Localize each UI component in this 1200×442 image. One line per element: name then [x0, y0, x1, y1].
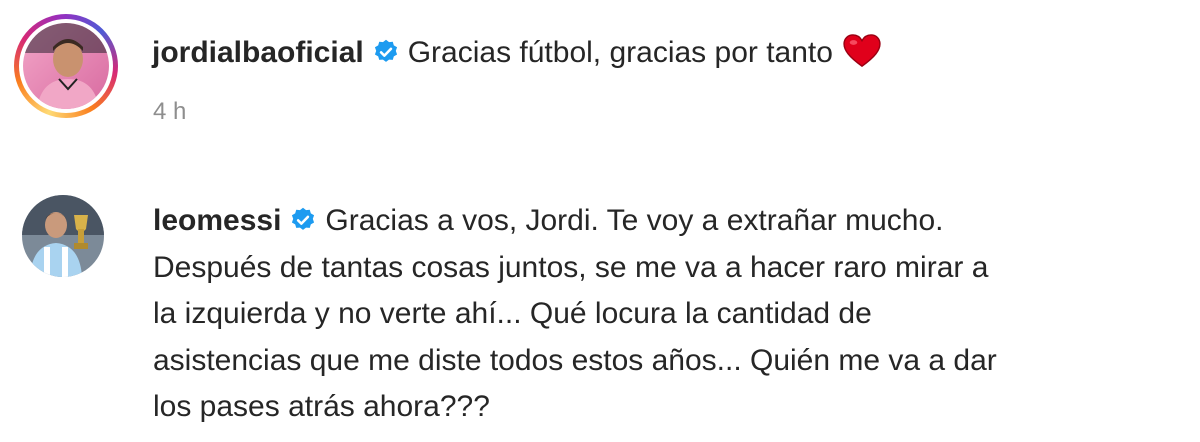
reply-text-line: los pases atrás ahora???: [153, 390, 490, 423]
reply-text-line: Gracias a vos, Jordi. Te voy a extrañar …: [325, 204, 944, 237]
reply-line: leomessi Gracias a vos, Jordi. Te voy a e…: [153, 198, 1193, 245]
verified-badge-icon: [374, 39, 397, 62]
reply-text-line: asistencias que me diste todos estos año…: [153, 343, 997, 377]
avatar[interactable]: [22, 195, 104, 277]
username[interactable]: jordialbaoficial: [152, 36, 364, 69]
verified-badge-icon: [292, 207, 315, 230]
reply-comment: leomessi Gracias a vos, Jordi. Te voy a e…: [153, 198, 1193, 431]
username[interactable]: leomessi: [153, 204, 281, 237]
avatar: [23, 23, 109, 109]
red-heart-icon: [843, 34, 881, 67]
story-ring-avatar[interactable]: [14, 14, 118, 118]
caption-text: Gracias fútbol, gracias por tanto: [407, 36, 833, 69]
post-caption-line: jordialbaoficial Gracias fútbol, gracias …: [152, 33, 881, 73]
reply-text-line: Después de tantas cosas juntos, se me va…: [153, 250, 989, 284]
post-timestamp[interactable]: 4 h: [153, 98, 186, 126]
reply-text-line: la izquierda y no verte ahí... Qué locur…: [153, 297, 872, 330]
